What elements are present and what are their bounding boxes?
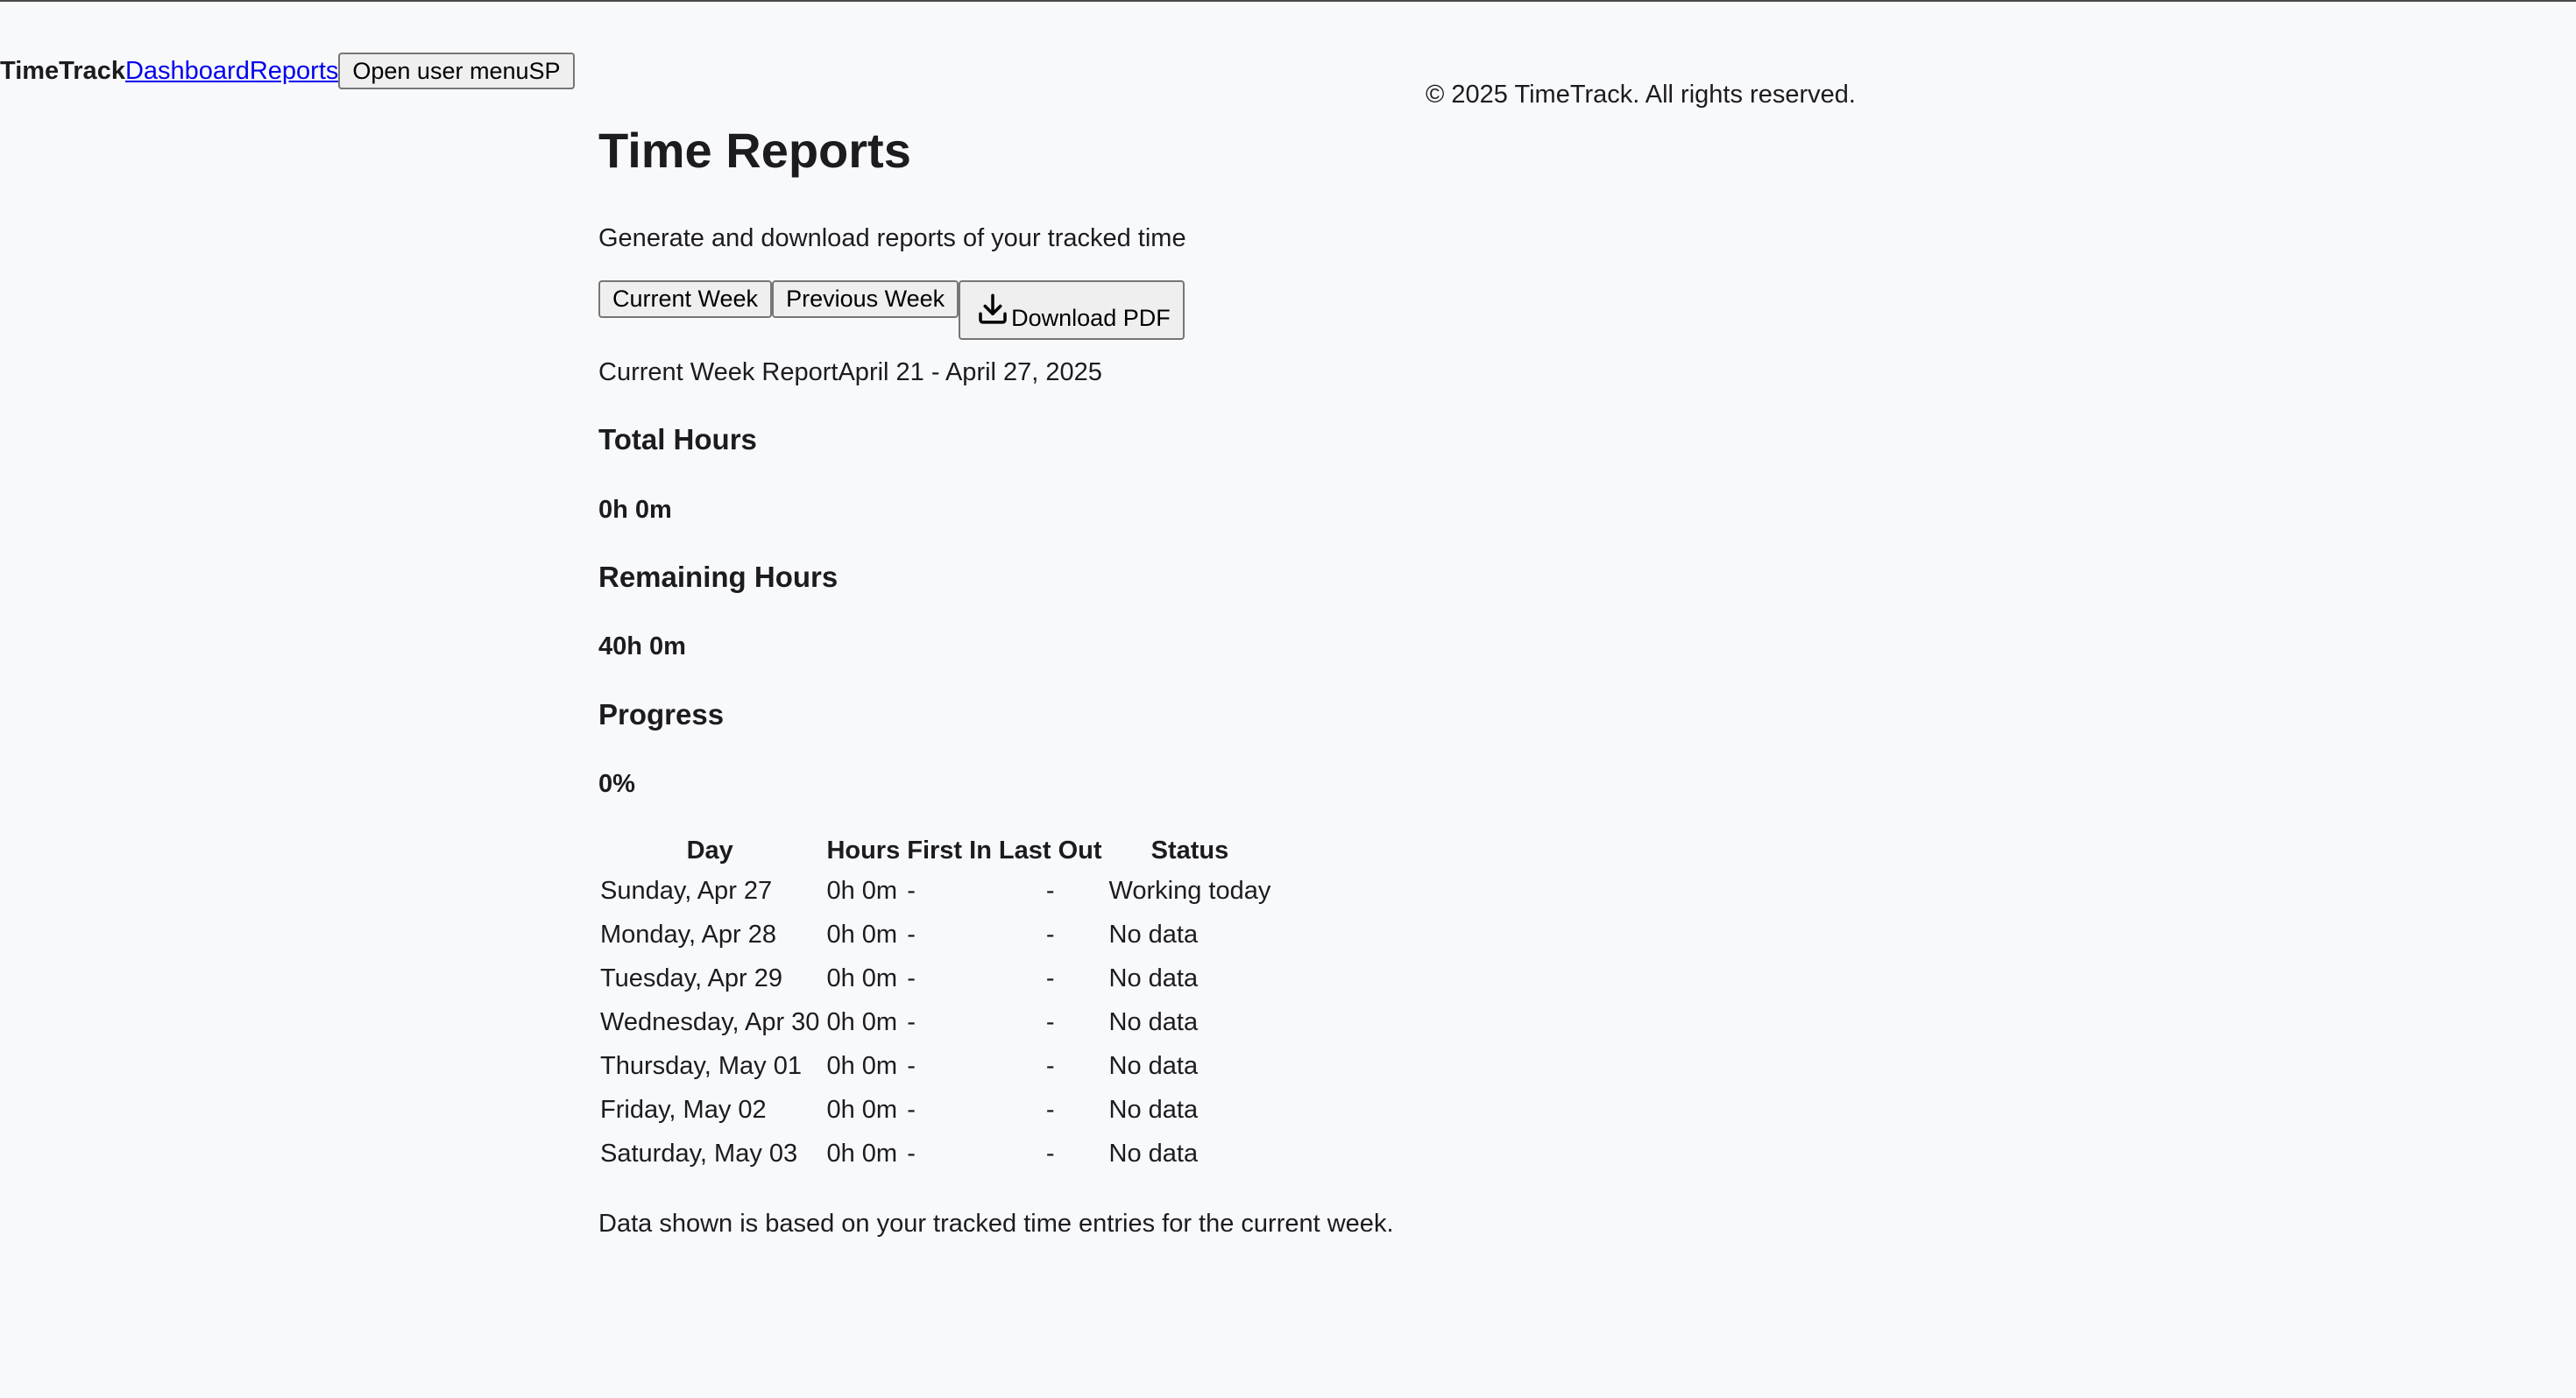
nav-link-reports[interactable]: Reports [250, 53, 339, 89]
download-icon [979, 293, 1007, 324]
cell-day: Monday, Apr 28 [600, 921, 776, 949]
cell-day: Thursday, May 01 [600, 1052, 802, 1080]
nav-link-dashboard[interactable]: Dashboard [125, 53, 250, 89]
report-heading: Current Week Report [598, 358, 839, 386]
remaining-hours-label: Remaining Hours [598, 561, 839, 593]
cell-status: Working today [1108, 877, 1271, 905]
table-row: Monday, Apr 28 0h 0m - - No data [598, 913, 1272, 957]
cell-status: No data [1108, 1096, 1199, 1124]
cell-status: No data [1108, 964, 1199, 992]
cell-last-out: - [1045, 1052, 1055, 1080]
download-pdf-label: Download PDF [1011, 305, 1171, 331]
cell-last-out: - [1045, 921, 1055, 949]
col-header-status: Status [1150, 837, 1229, 865]
remaining-hours-value: 40h 0m [598, 632, 686, 660]
total-hours-value: 0h 0m [598, 496, 672, 524]
report-footnote: Data shown is based on your tracked time… [598, 1210, 1394, 1238]
cell-status: No data [1108, 1008, 1199, 1036]
footer-copyright: © 2025 TimeTrack. All rights reserved. [1426, 81, 1856, 109]
cell-hours: 0h 0m [826, 921, 898, 949]
cell-first-in: - [907, 921, 916, 949]
download-pdf-button[interactable]: Download PDF [959, 280, 1185, 340]
cell-hours: 0h 0m [826, 1052, 898, 1080]
daily-hours-table: Day Hours First In Last Out Status Sunda… [595, 832, 1276, 1176]
table-row: Sunday, Apr 27 0h 0m - - Working today [598, 869, 1272, 913]
total-hours-label: Total Hours [598, 423, 757, 455]
cell-first-in: - [907, 1052, 916, 1080]
page-subtitle: Generate and download reports of your tr… [598, 224, 1186, 252]
cell-hours: 0h 0m [826, 1096, 898, 1124]
user-initials: SP [528, 58, 561, 84]
top-nav: TimeTrack Dashboard Reports Open user me… [0, 53, 575, 89]
cell-first-in: - [907, 964, 916, 992]
table-row: Saturday, May 03 0h 0m - - No data [598, 1132, 1272, 1176]
col-header-first-in: First In [907, 837, 992, 865]
cell-day: Friday, May 02 [600, 1096, 767, 1124]
user-menu-label: Open user menu [352, 58, 529, 84]
col-header-hours: Hours [826, 837, 901, 865]
cell-status: No data [1108, 921, 1199, 949]
table-row: Wednesday, Apr 30 0h 0m - - No data [598, 1000, 1272, 1044]
table-header-row: Day Hours First In Last Out Status [598, 832, 1272, 869]
table-row: Thursday, May 01 0h 0m - - No data [598, 1044, 1272, 1088]
brand-logo-text: TimeTrack [0, 57, 125, 85]
user-menu-button[interactable]: Open user menuSP [338, 53, 575, 89]
cell-status: No data [1108, 1052, 1199, 1080]
cell-first-in: - [907, 877, 916, 905]
progress-label: Progress [598, 698, 725, 731]
report-date-range: April 21 - April 27, 2025 [838, 358, 1102, 386]
progress-value: 0% [598, 770, 635, 798]
cell-last-out: - [1045, 1096, 1055, 1124]
cell-day: Wednesday, Apr 30 [600, 1008, 820, 1036]
cell-day: Sunday, Apr 27 [600, 877, 773, 905]
cell-day: Tuesday, Apr 29 [600, 964, 782, 992]
table-row: Friday, May 02 0h 0m - - No data [598, 1088, 1272, 1132]
previous-week-button[interactable]: Previous Week [772, 280, 959, 318]
cell-status: No data [1108, 1140, 1199, 1168]
col-header-last-out: Last Out [998, 837, 1102, 865]
col-header-day: Day [686, 837, 733, 865]
cell-hours: 0h 0m [826, 877, 898, 905]
table-row: Tuesday, Apr 29 0h 0m - - No data [598, 957, 1272, 1000]
report-range: Current Week ReportApril 21 - April 27, … [598, 355, 1102, 390]
cell-last-out: - [1045, 1008, 1055, 1036]
cell-hours: 0h 0m [826, 1008, 898, 1036]
cell-hours: 0h 0m [826, 964, 898, 992]
cell-first-in: - [907, 1008, 916, 1036]
cell-day: Saturday, May 03 [600, 1140, 798, 1168]
cell-last-out: - [1045, 1140, 1055, 1168]
cell-hours: 0h 0m [826, 1140, 898, 1168]
cell-last-out: - [1045, 877, 1055, 905]
current-week-button[interactable]: Current Week [598, 280, 773, 318]
cell-first-in: - [907, 1140, 916, 1168]
cell-first-in: - [907, 1096, 916, 1124]
report-controls: Current Week Previous Week Download PDF [598, 280, 1185, 340]
cell-last-out: - [1045, 964, 1055, 992]
page-title: Time Reports [598, 123, 911, 178]
